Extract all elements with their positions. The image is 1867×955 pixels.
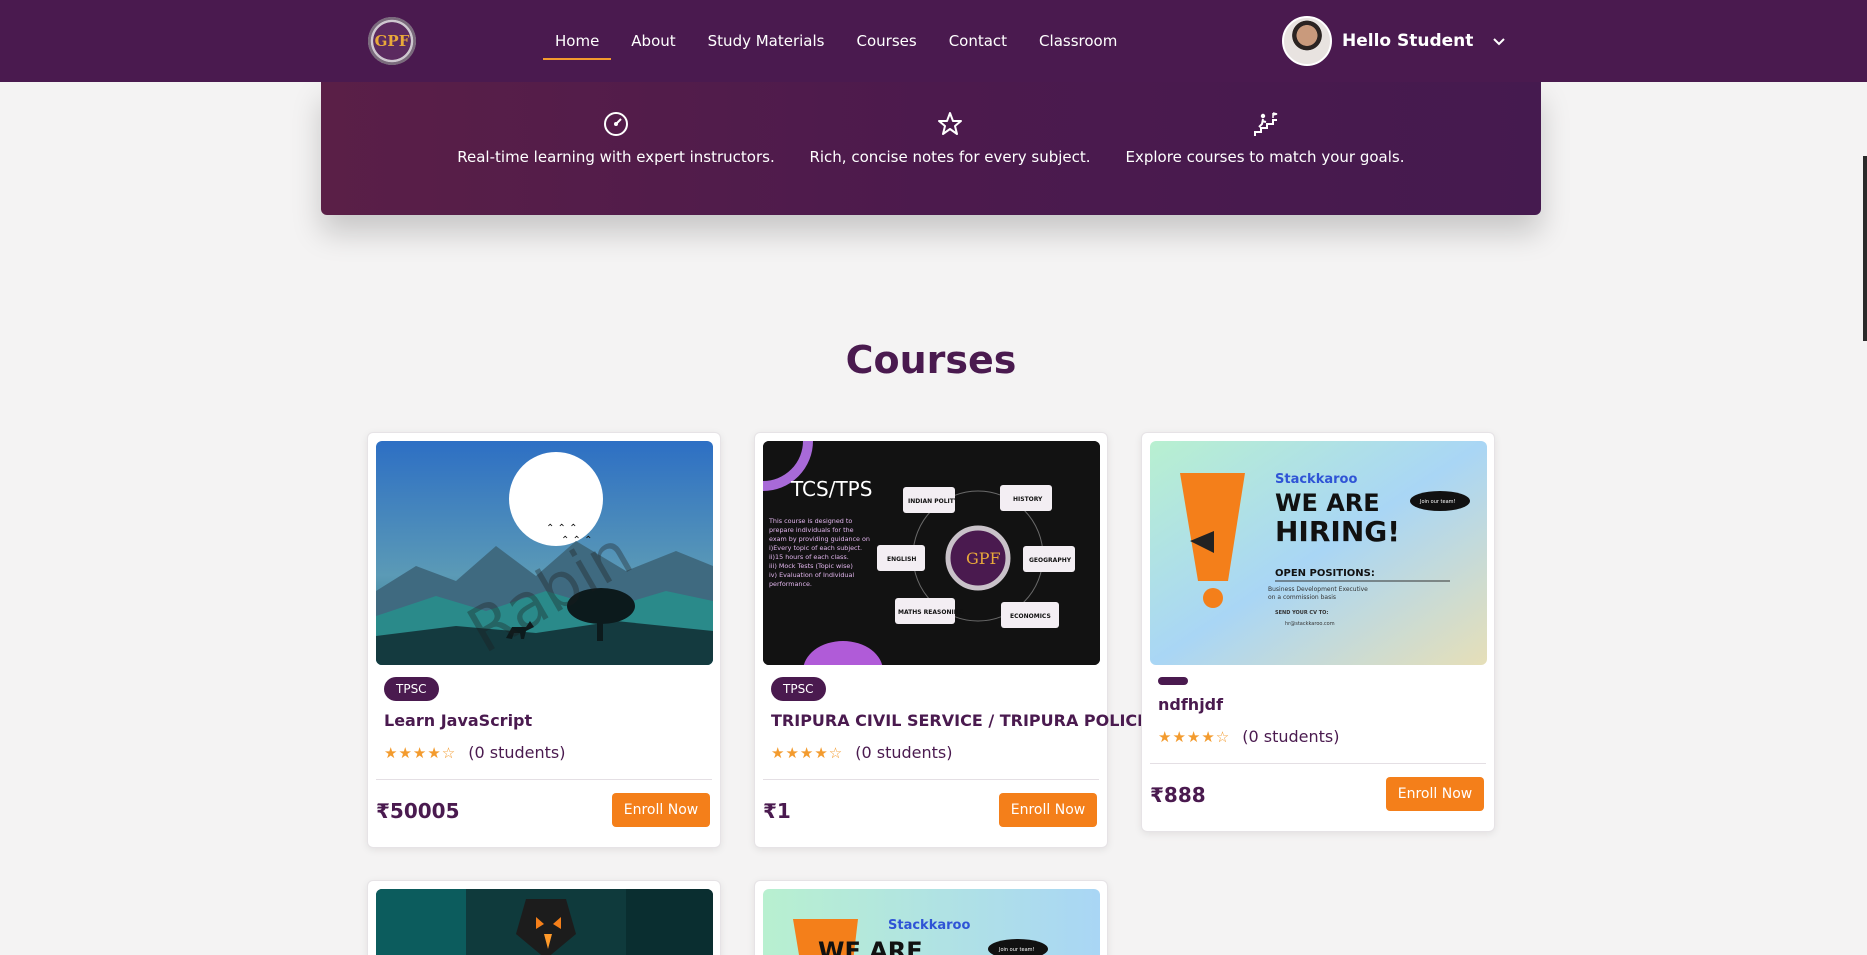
- course-card[interactable]: ⌃ ⌃ ⌃ ⌃ ⌃ ⌃ Rabin TPSC Learn JavaScript ★…: [367, 432, 721, 848]
- enroll-now-button[interactable]: Enroll Now: [999, 793, 1097, 827]
- course-price: ₹1: [763, 799, 791, 823]
- star-icon: [938, 112, 962, 135]
- thumb-line: This course is designed to: [768, 517, 852, 525]
- thumb-line: prepare individuals for the: [769, 526, 854, 534]
- feature-notes: Rich, concise notes for every subject.: [785, 110, 1115, 166]
- course-title[interactable]: ndfhjdf: [1158, 695, 1223, 714]
- poster-send: SEND YOUR CV TO:: [1275, 610, 1328, 616]
- topic-bubble: ENGLISH: [887, 556, 916, 563]
- course-price: ₹50005: [376, 799, 460, 823]
- course-thumbnail[interactable]: [376, 889, 713, 955]
- category-badge: [1158, 677, 1188, 685]
- user-menu[interactable]: Hello Student: [1282, 16, 1507, 66]
- nav-about[interactable]: About: [631, 32, 675, 50]
- topic-bubble: MATHS REASONING: [898, 609, 964, 616]
- course-rating: ★★★★☆ (0 students): [771, 743, 953, 762]
- avatar[interactable]: [1282, 16, 1332, 66]
- nav-home[interactable]: Home: [542, 32, 612, 60]
- enroll-now-button[interactable]: Enroll Now: [612, 793, 710, 827]
- poster-role: Business Development Executive: [1268, 586, 1368, 593]
- nav-contact[interactable]: Contact: [949, 32, 1007, 50]
- poster-role: on a commission basis: [1268, 594, 1336, 601]
- nav-study-materials[interactable]: Study Materials: [708, 32, 825, 50]
- rating-stars-icon: ★★★★☆: [384, 743, 457, 762]
- top-navbar: GPF Home About Study Materials Courses C…: [0, 0, 1867, 82]
- nav-classroom[interactable]: Classroom: [1039, 32, 1117, 50]
- thumb-line: iv) Evaluation of Individual: [769, 571, 854, 579]
- game-art-image: [376, 889, 713, 955]
- poster-brand: Stackkaroo: [1275, 472, 1357, 487]
- feature-live-learning: Real-time learning with expert instructo…: [451, 110, 781, 166]
- course-thumbnail[interactable]: Stackkaroo WE ARE Join our team!: [763, 889, 1100, 955]
- course-card[interactable]: Stackkaroo WE ARE HIRING! Join our team!…: [1141, 432, 1495, 832]
- student-count: (0 students): [855, 743, 953, 762]
- divider: [1150, 763, 1486, 764]
- topic-bubble: INDIAN POLITY: [908, 498, 959, 505]
- course-card[interactable]: Stackkaroo WE ARE Join our team!: [754, 880, 1108, 955]
- poster-line: WE ARE: [1275, 489, 1380, 517]
- hiring-poster-image: Stackkaroo WE ARE Join our team!: [763, 889, 1100, 955]
- main-nav: Home About Study Materials Courses Conta…: [542, 0, 1149, 82]
- topic-bubble: GEOGRAPHY: [1029, 557, 1072, 564]
- thumb-line: exam by providing guidance on: [769, 535, 870, 543]
- category-badge: TPSC: [771, 677, 826, 701]
- chevron-down-icon[interactable]: [1491, 33, 1507, 49]
- category-badge: TPSC: [384, 677, 439, 701]
- section-title: Courses: [845, 338, 1017, 382]
- poster-line: HIRING!: [1275, 515, 1400, 548]
- scrollbar[interactable]: [1863, 156, 1867, 341]
- svg-text:⌃ ⌃ ⌃: ⌃ ⌃ ⌃: [546, 523, 578, 534]
- rating-stars-icon: ★★★★☆: [771, 743, 844, 762]
- student-count: (0 students): [1242, 727, 1340, 746]
- user-greeting[interactable]: Hello Student: [1342, 31, 1473, 51]
- feature-explore: Explore courses to match your goals.: [1100, 110, 1430, 166]
- divider: [376, 779, 712, 780]
- poster-brand: Stackkaroo: [888, 918, 970, 933]
- thumb-line: i)Every topic of each subject.: [769, 544, 862, 552]
- course-info-graphic: TCS/TPS This course is designed to prepa…: [763, 441, 1100, 665]
- course-title[interactable]: Learn JavaScript: [384, 711, 532, 730]
- poster-open-positions: OPEN POSITIONS:: [1275, 568, 1375, 579]
- course-card[interactable]: [367, 880, 721, 955]
- divider: [763, 779, 1099, 780]
- thumb-line: ii)15 hours of each class.: [769, 553, 849, 561]
- poster-line: WE ARE: [818, 937, 923, 955]
- thumb-heading: TCS/TPS: [790, 477, 872, 501]
- poster-email: hr@stackkaroo.com: [1285, 621, 1335, 627]
- course-thumbnail[interactable]: Stackkaroo WE ARE HIRING! Join our team!…: [1150, 441, 1487, 665]
- course-thumbnail[interactable]: TCS/TPS This course is designed to prepa…: [763, 441, 1100, 665]
- course-thumbnail[interactable]: ⌃ ⌃ ⌃ ⌃ ⌃ ⌃ Rabin: [376, 441, 713, 665]
- feature-text: Real-time learning with expert instructo…: [457, 148, 775, 166]
- logo-text: GPF: [374, 32, 410, 50]
- course-card[interactable]: TCS/TPS This course is designed to prepa…: [754, 432, 1148, 848]
- topic-bubble: ECONOMICS: [1010, 613, 1051, 620]
- poster-bubble: Join our team!: [1419, 499, 1456, 505]
- speedometer-icon: [604, 112, 628, 136]
- hiring-poster-image: Stackkaroo WE ARE HIRING! Join our team!…: [1150, 441, 1487, 665]
- student-count: (0 students): [468, 743, 566, 762]
- course-rating: ★★★★☆ (0 students): [1158, 727, 1340, 746]
- poster-bubble: Join our team!: [998, 947, 1035, 953]
- thumb-line: iii) Mock Tests (Topic wise): [769, 562, 853, 570]
- course-title[interactable]: TRIPURA CIVIL SERVICE / TRIPURA POLICE: [771, 711, 1148, 730]
- climbing-stairs-icon: [1254, 112, 1278, 136]
- feature-text: Explore courses to match your goals.: [1125, 148, 1405, 166]
- feature-text: Rich, concise notes for every subject.: [809, 148, 1091, 166]
- thumb-line: performance.: [769, 580, 812, 588]
- rating-stars-icon: ★★★★☆: [1158, 727, 1231, 746]
- course-rating: ★★★★☆ (0 students): [384, 743, 566, 762]
- enroll-now-button[interactable]: Enroll Now: [1386, 777, 1484, 811]
- thumb-logo: GPF: [966, 549, 1001, 568]
- topic-bubble: HISTORY: [1013, 496, 1043, 503]
- course-price: ₹888: [1150, 783, 1206, 807]
- nav-courses[interactable]: Courses: [857, 32, 917, 50]
- site-logo[interactable]: GPF: [368, 17, 416, 65]
- landscape-image: ⌃ ⌃ ⌃⌃ ⌃ ⌃ Rabin: [376, 441, 713, 665]
